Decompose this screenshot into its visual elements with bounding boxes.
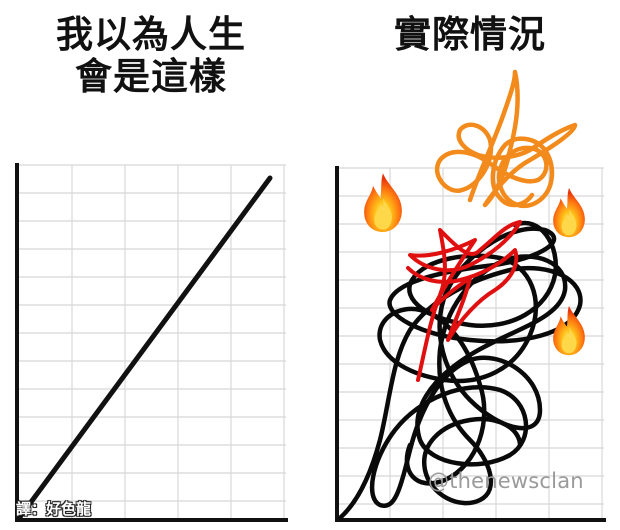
straight-line-path [17, 175, 273, 520]
fire-emoji-icon [364, 173, 402, 232]
fire-emoji-icon [553, 187, 585, 238]
watermark-handle: @thenewsclan [428, 469, 584, 493]
fire-emoji-icon [553, 305, 585, 356]
translator-credit: 譯：好色龍 [16, 500, 92, 518]
orange-scribble [435, 69, 578, 209]
meme-drawing [15, 69, 606, 522]
